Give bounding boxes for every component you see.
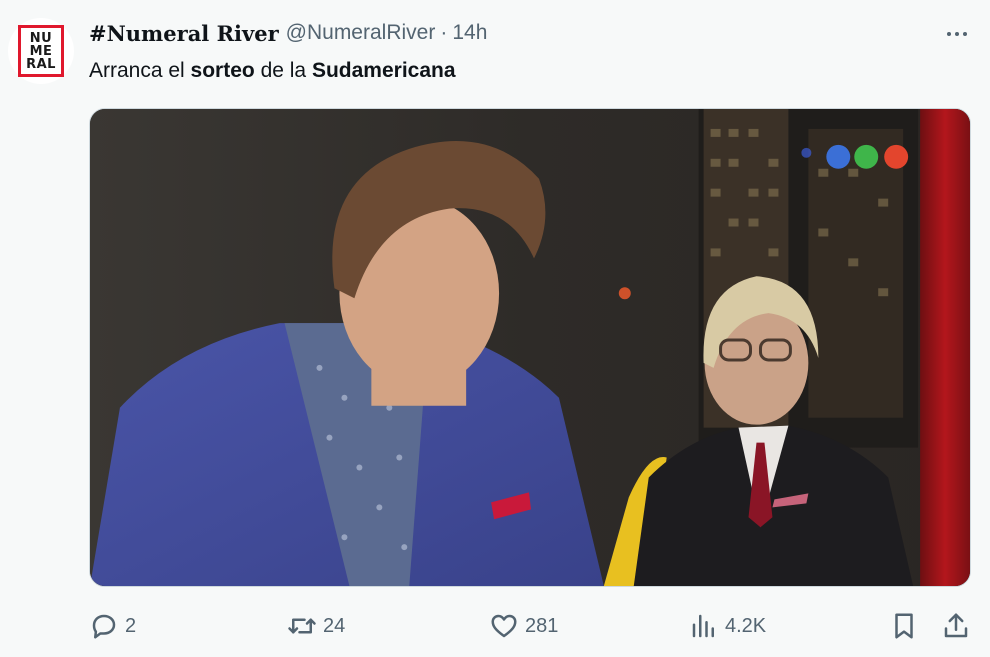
avatar[interactable]: NU ME RAL — [8, 18, 74, 84]
views-button[interactable]: 4.2K — [689, 607, 766, 645]
retweet-icon — [288, 618, 316, 634]
like-count: 281 — [525, 614, 559, 637]
more-options-icon[interactable] — [940, 24, 974, 44]
bookmark-button[interactable] — [889, 607, 919, 645]
retweet-button[interactable]: 24 — [287, 607, 345, 645]
display-name[interactable]: #Numeral River — [89, 21, 279, 46]
video-frame — [90, 109, 970, 586]
retweet-count: 24 — [323, 614, 346, 637]
avatar-text-line-2: ME — [29, 43, 53, 59]
tweet-header: #Numeral River @NumeralRiver · 14h — [89, 19, 487, 47]
user-handle[interactable]: @NumeralRiver — [286, 21, 436, 45]
views-icon — [692, 614, 714, 638]
numeral-logo: NU ME RAL — [18, 25, 64, 77]
separator-dot: · — [440, 21, 448, 44]
avatar-text-line-3: RAL — [26, 56, 56, 72]
tweet-text-segment: Arranca el — [89, 59, 191, 82]
reply-count: 2 — [125, 614, 137, 637]
tweet[interactable]: NU ME RAL #Numeral River @NumeralRiver ·… — [0, 0, 990, 657]
like-button[interactable]: 281 — [489, 607, 558, 645]
share-icon — [944, 613, 968, 638]
heart-icon — [491, 614, 517, 638]
avatar-text-line-1: NU — [29, 30, 53, 46]
reply-button[interactable]: 2 — [89, 607, 136, 645]
tweet-text-segment: sorteo — [190, 59, 255, 82]
tweet-text-segment: de la — [254, 59, 312, 82]
tweet-text-segment: Sudamericana — [311, 59, 456, 82]
tweet-actions: 2 24 281 4.2K — [89, 607, 975, 645]
timestamp[interactable]: 14h — [452, 21, 487, 45]
bookmark-icon — [895, 613, 913, 639]
views-count: 4.2K — [725, 614, 767, 637]
reply-icon — [92, 614, 116, 639]
share-button[interactable] — [941, 607, 971, 645]
tweet-video[interactable] — [89, 108, 971, 587]
tweet-text: Arranca el sorteo de la Sudamericana — [89, 58, 456, 84]
